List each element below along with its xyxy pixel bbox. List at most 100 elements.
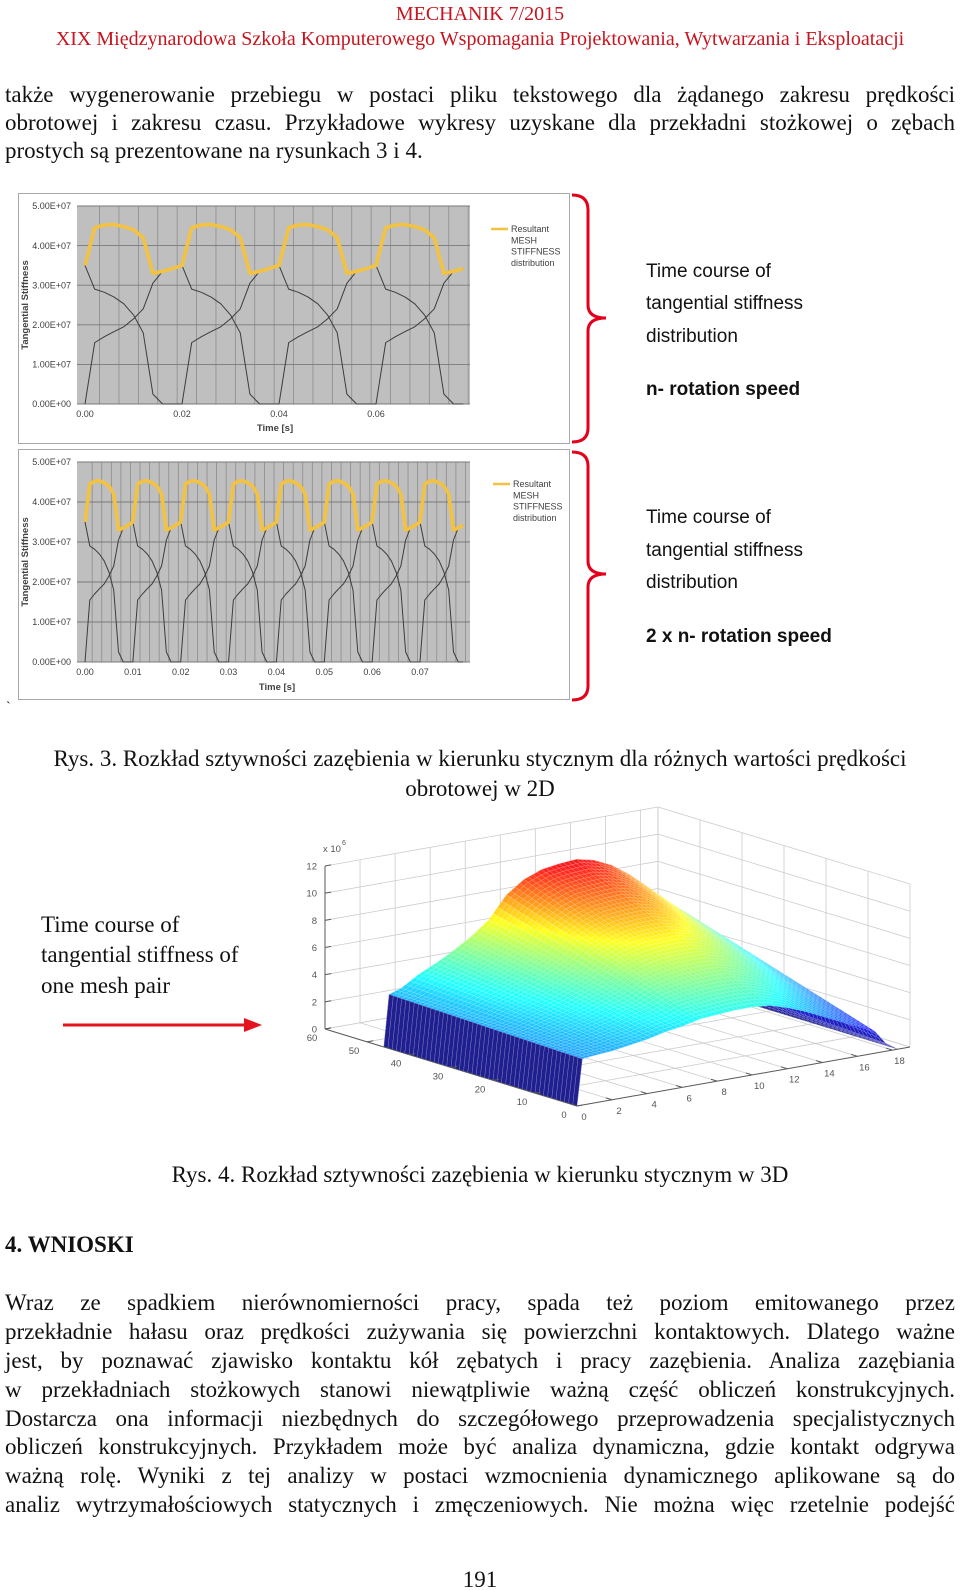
y-tick <box>576 1104 584 1107</box>
y-axis-title: Tangential Stiffness <box>20 260 31 350</box>
y-tick <box>366 1040 374 1043</box>
z-tick <box>324 945 332 948</box>
x-tick <box>815 1060 823 1064</box>
annotation-line: tangential stiffness of <box>41 942 239 967</box>
annotation-line: one mesh pair <box>41 973 171 998</box>
intro-paragraph: także wygenerowanie przebiegu w postaci … <box>5 81 955 165</box>
legend-label: Resultant <box>513 479 552 489</box>
x-tick <box>605 1097 613 1101</box>
annotation-emphasis: 2 x n- rotation speed <box>646 626 832 647</box>
section-heading: 4. WNIOSKI <box>5 1232 134 1257</box>
y-tick-label: 1.00E+07 <box>32 617 71 627</box>
x-tick-label: 0.03 <box>220 667 238 677</box>
x-tick <box>745 1072 753 1076</box>
y-tick-label: 5.00E+07 <box>32 457 71 467</box>
text-line: obrotowej i zakresu czasu. Przykładowe w… <box>5 110 955 135</box>
x-tick-label: 2 <box>616 1106 621 1117</box>
x-tick <box>886 1047 893 1051</box>
stiffness-3d-mesh-chart: 0246810120102030405060024681012141618x 1… <box>306 806 911 1123</box>
annotation-line: Time course of <box>646 507 771 528</box>
z-tick <box>324 1000 332 1003</box>
x-tick-label: 8 <box>722 1087 727 1098</box>
z-tick <box>324 973 332 976</box>
x-tick <box>675 1084 683 1088</box>
text-line: Wraz ze spadkiem nierównomierności pracy… <box>5 1290 955 1315</box>
legend-label: MESH <box>511 235 537 245</box>
conference-title: XIX Międzynarodowa Szkoła Komputerowego … <box>55 28 905 50</box>
x-tick-label: 0.05 <box>316 667 334 677</box>
x-tick-label: 4 <box>651 1100 656 1111</box>
text-line: analiz wytrzymałościowych statycznych i … <box>5 1492 955 1518</box>
text-line: jest, by poznawać zjawisko kontaktu kół … <box>5 1347 955 1373</box>
text-line: także wygenerowanie przebiegu w postaci … <box>5 82 955 107</box>
x-tick-label: 16 <box>859 1062 870 1073</box>
annotation-line: distribution <box>646 326 738 347</box>
x-axis-title: Time [s] <box>257 423 293 434</box>
x-tick <box>640 1091 648 1095</box>
legend-label: Resultant <box>511 224 550 234</box>
page-number: 191 <box>462 1567 498 1590</box>
y-tick-label: 50 <box>349 1046 360 1057</box>
z-tick-label: 12 <box>306 862 317 873</box>
y-tick-label: 60 <box>307 1033 318 1044</box>
stray-mark: ` <box>6 700 11 715</box>
y-tick-label: 40 <box>391 1059 402 1070</box>
y-tick-label: 2.00E+07 <box>32 577 71 587</box>
z-tick-label: 8 <box>312 916 317 927</box>
z-multiplier-label: x 10 <box>323 844 341 855</box>
x-tick-label: 0.06 <box>363 667 381 677</box>
y-tick-label: 4.00E+07 <box>32 497 71 507</box>
x-tick-label: 0 <box>581 1112 586 1123</box>
conclusions-paragraph: Wraz ze spadkiem nierównomierności pracy… <box>5 1289 955 1520</box>
x-tick-label: 0.02 <box>173 409 191 419</box>
x-tick-label: 18 <box>894 1056 905 1067</box>
annotation-line: tangential stiffness <box>646 540 804 561</box>
x-tick-label: 0.07 <box>411 667 429 677</box>
x-axis-title: Time [s] <box>259 682 295 693</box>
figure-4-caption: Rys. 4. Rozkład sztywności zazębienia w … <box>171 1162 789 1187</box>
z-tick-label: 10 <box>306 889 317 900</box>
plot-area <box>77 206 470 404</box>
legend-label: distribution <box>513 513 557 523</box>
document-page: MECHANIK 7/2015 XIX Międzynarodowa Szkoł… <box>0 0 960 1590</box>
x-tick-label: 0.06 <box>367 409 385 419</box>
x-tick-label: 0.00 <box>76 667 94 677</box>
figure-3-caption: Rys. 3. Rozkład sztywności zazębienia w … <box>53 746 907 771</box>
legend-label: STIFFNESS <box>513 502 563 512</box>
stiffness-chart-n-rotation-speed: 0.00E+00 1.00E+07 2.00E+07 3.00E+07 4.00E+07… <box>18 193 570 444</box>
legend-label: STIFFNESS <box>511 247 561 257</box>
annotation-line: distribution <box>646 572 738 593</box>
legend-label: MESH <box>513 490 539 500</box>
wall-gridline <box>324 806 659 867</box>
text-line: obliczeń konstrukcyjnych. Przykładem moż… <box>5 1434 955 1460</box>
x-tick <box>710 1078 718 1082</box>
z-tick <box>324 891 332 894</box>
annotation-line: Time course of <box>646 261 771 282</box>
x-tick-label: 0.01 <box>124 667 142 677</box>
y-tick-label: 0.00E+00 <box>32 657 71 667</box>
y-tick-label: 20 <box>475 1084 486 1095</box>
journal-issue: MECHANIK 7/2015 <box>395 3 565 25</box>
y-tick-label: 1.00E+07 <box>32 360 71 370</box>
y-tick-label: 0 <box>561 1110 566 1121</box>
x-tick <box>850 1053 858 1057</box>
text-line: prostych są prezentowane na rysunkach 3 … <box>5 138 423 163</box>
brackets <box>571 193 607 702</box>
z-multiplier-exponent: 6 <box>342 840 346 847</box>
arrow-right-icon <box>63 1018 262 1032</box>
stiffness-chart-2x-rotation-speed: 0.00E+00 1.00E+07 2.00E+07 3.00E+07 4.00E+07… <box>18 449 570 700</box>
z-tick-label: 6 <box>312 943 317 954</box>
z-tick <box>324 864 332 867</box>
z-tick-label: 4 <box>312 970 317 981</box>
text-line: w przekładniach stożkowych stanowi niewą… <box>5 1376 955 1402</box>
curly-bracket-icon <box>571 450 607 702</box>
curly-bracket-icon <box>571 193 607 444</box>
x-tick <box>780 1066 788 1070</box>
annotation-line: tangential stiffness <box>646 293 804 314</box>
x-tick-label: 12 <box>789 1075 800 1086</box>
x-tick-label: 14 <box>824 1069 835 1080</box>
legend-label: distribution <box>511 258 555 268</box>
x-tick-label: 0.02 <box>172 667 190 677</box>
y-tick-label: 3.00E+07 <box>32 280 71 290</box>
x-tick-label: 0.00 <box>76 409 94 419</box>
